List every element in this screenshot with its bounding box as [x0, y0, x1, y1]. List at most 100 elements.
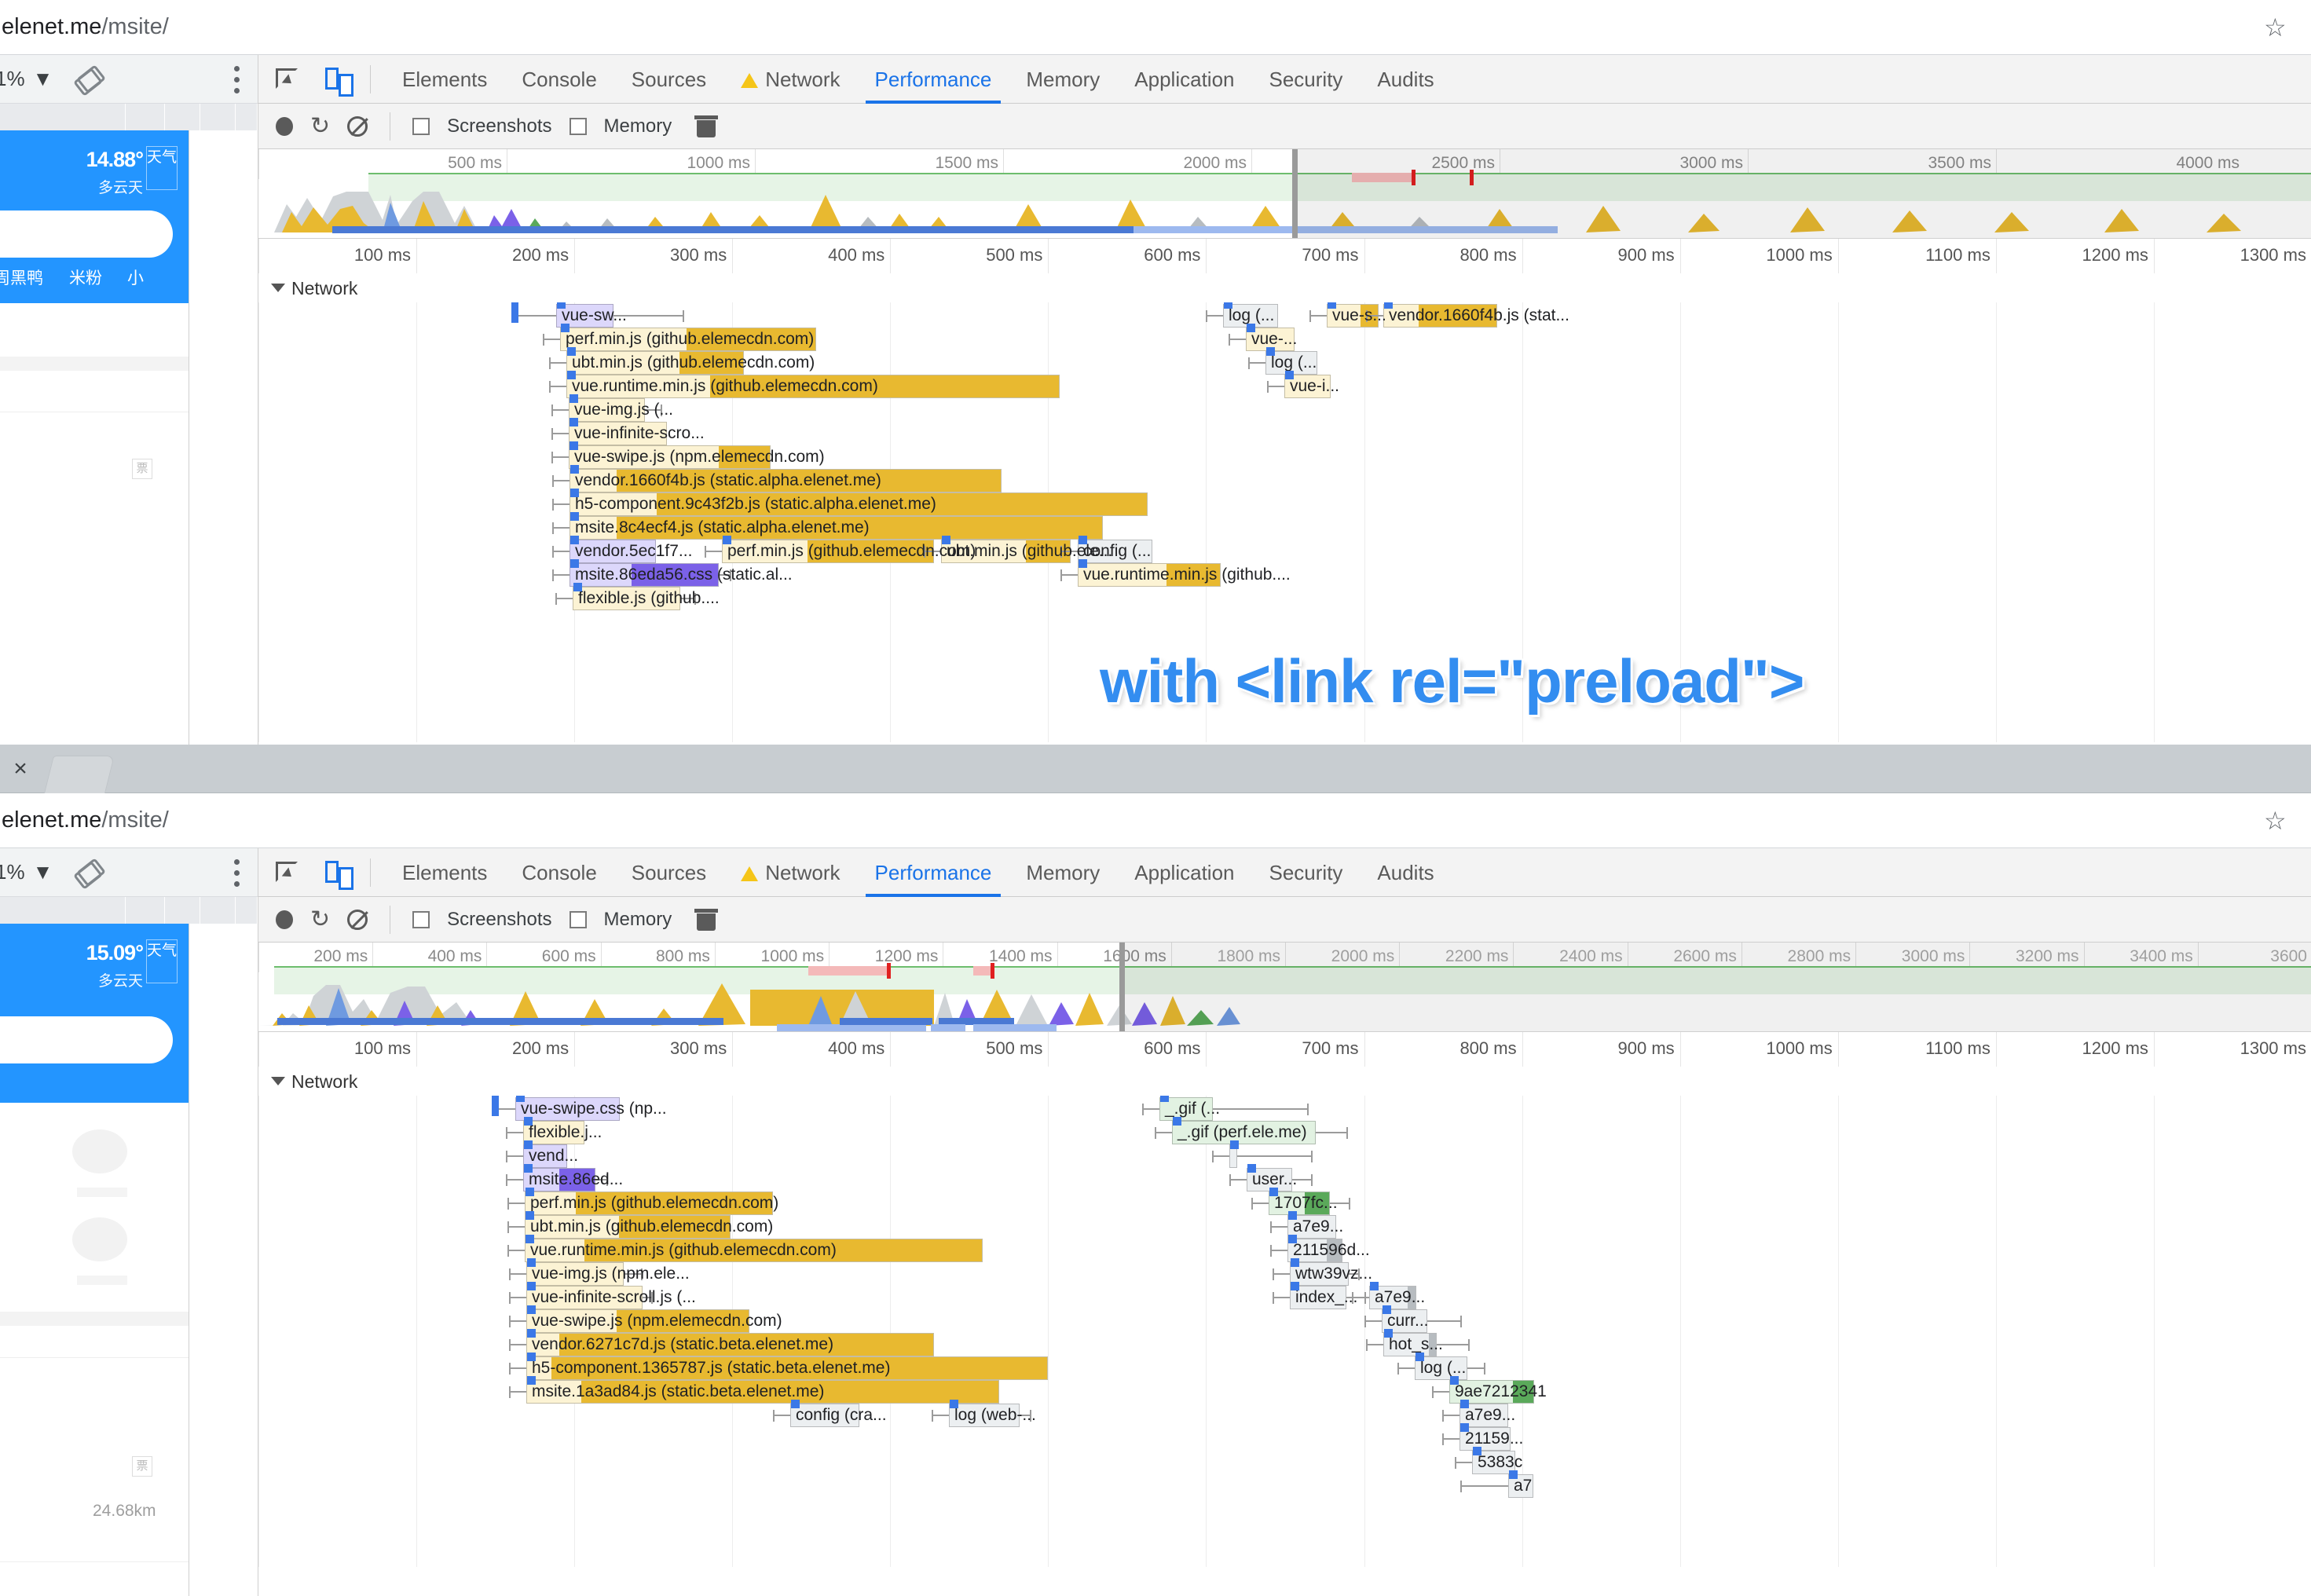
network-request-row[interactable]: 5383c: [258, 1447, 2311, 1474]
star-icon[interactable]: ☆: [2264, 14, 2291, 41]
clear-recording-button[interactable]: [347, 909, 368, 930]
delete-recording-button[interactable]: [694, 115, 719, 137]
network-section-header-top[interactable]: Network: [258, 273, 2311, 302]
kebab-menu-icon[interactable]: [234, 66, 240, 99]
request-label: vue-s...: [1332, 306, 1386, 324]
network-request-row[interactable]: flexible.js (github....: [258, 583, 2311, 610]
star-icon[interactable]: ☆: [2264, 807, 2291, 834]
tab-security[interactable]: Security: [1252, 55, 1361, 104]
clear-recording-button[interactable]: [347, 115, 368, 137]
screenshots-checkbox[interactable]: [412, 910, 430, 928]
request-label: 1707fc...: [1274, 1194, 1338, 1212]
rotate-icon[interactable]: [73, 66, 100, 93]
request-initiator-marker: [1288, 1211, 1297, 1220]
timeline-tick: 800 ms: [1364, 239, 1522, 273]
inspect-element-icon[interactable]: [266, 852, 307, 893]
tab-application[interactable]: Application: [1117, 848, 1251, 897]
tab-application[interactable]: Application: [1117, 55, 1251, 104]
suggest-word-1[interactable]: 米粉: [69, 265, 102, 289]
network-request-row[interactable]: msite.8c4ecf4.js (static.alpha.elenet.me…: [258, 512, 2311, 540]
address-bar-bottom[interactable]: elenet.me/msite/ ☆: [0, 793, 2311, 848]
new-tab-button[interactable]: [44, 756, 115, 793]
overview-range-handle[interactable]: [1119, 943, 1125, 1031]
suggest-word-0[interactable]: 周黑鸭: [0, 265, 43, 289]
network-flamechart-bottom[interactable]: vue-swipe.css (np... flexible.j... vend...…: [258, 1096, 2311, 1567]
request-initiator-marker: [1460, 1400, 1469, 1408]
memory-checkbox[interactable]: [569, 117, 587, 135]
network-section-header-bottom[interactable]: Network: [258, 1067, 2311, 1096]
request-queue-whisker: [1273, 1297, 1290, 1298]
tab-sources[interactable]: Sources: [614, 848, 723, 897]
kebab-menu-icon[interactable]: [234, 859, 240, 892]
rotate-icon[interactable]: [73, 859, 100, 886]
timeline-tick: 1000 ms: [1679, 1032, 1838, 1067]
tab-security[interactable]: Security: [1252, 848, 1361, 897]
zoom-select-top[interactable]: 1% ▼: [0, 67, 53, 91]
request-initiator-marker: [526, 1188, 534, 1196]
address-bar-top[interactable]: elenet.me/msite/ ☆: [0, 0, 2311, 55]
request-initiator-marker: [527, 1282, 536, 1290]
request-whisker-cap: [509, 1386, 511, 1398]
tab-elements[interactable]: Elements: [385, 848, 504, 897]
tab-audits[interactable]: Audits: [1360, 55, 1451, 104]
tab-memory[interactable]: Memory: [1009, 55, 1117, 104]
timeline-tick: 200 ms: [416, 1032, 574, 1067]
mobile-viewport-bottom: 15.09° 多云天 天气 票 24.68km: [0, 897, 258, 1596]
tab-network[interactable]: Network: [723, 848, 857, 897]
tab-audits[interactable]: Audits: [1360, 848, 1451, 897]
tab-console[interactable]: Console: [504, 848, 613, 897]
zoom-select-bottom[interactable]: 1% ▼: [0, 860, 53, 884]
network-request-row[interactable]: a7e9...: [258, 1400, 2311, 1427]
tab-console[interactable]: Console: [504, 55, 613, 104]
request-whisker-cap: [506, 1151, 507, 1162]
tab-performance[interactable]: Performance: [858, 55, 1009, 104]
chevron-down-icon: ▼: [32, 860, 53, 884]
request-queue-whisker: [552, 551, 570, 552]
delete-recording-button[interactable]: [694, 908, 719, 931]
tab-elements[interactable]: Elements: [385, 55, 504, 104]
request-label: log (web-...: [954, 1406, 1036, 1424]
overview-tick-label: 2000 ms: [1183, 154, 1247, 172]
network-request-row[interactable]: h5-component.9c43f2b.js (static.alpha.el…: [258, 489, 2311, 516]
record-button[interactable]: [276, 910, 293, 929]
timeline-overview-bottom[interactable]: 200 ms 400 ms 600 ms 800 ms 1000 ms 1200 ms 14…: [258, 943, 2311, 1032]
inspect-element-icon[interactable]: [266, 59, 307, 100]
device-toolbar-icon[interactable]: [315, 852, 356, 893]
network-request-row[interactable]: vue-infinite-scro...: [258, 418, 2311, 445]
request-initiator-marker: [1291, 1258, 1299, 1267]
network-request-row[interactable]: a7: [258, 1470, 2311, 1498]
tab-sources[interactable]: Sources: [614, 55, 723, 104]
search-input-bottom[interactable]: [0, 1016, 173, 1063]
suggest-word-2[interactable]: 小: [127, 265, 144, 289]
device-toolbar-icon[interactable]: [315, 59, 356, 100]
tab-performance[interactable]: Performance: [858, 848, 1009, 897]
network-request-row[interactable]: 21159...: [258, 1423, 2311, 1451]
record-button[interactable]: [276, 116, 293, 136]
temperature-value: 14.88°: [86, 148, 144, 171]
request-label: perf.min.js (github.elemecdn.com): [530, 1194, 779, 1212]
reload-and-record-button[interactable]: ↻: [310, 907, 330, 932]
request-whisker-cap: [549, 381, 551, 393]
request-queue-whisker: [1060, 574, 1078, 576]
tab-network[interactable]: Network: [723, 55, 857, 104]
network-request-row[interactable]: vue-swipe.js (npm.elemecdn.com): [258, 441, 2311, 469]
browser-window-top: elenet.me/msite/ ☆ 1% ▼ 14.88° 多云天 天气 周黑: [0, 0, 2311, 768]
tab-memory[interactable]: Memory: [1009, 848, 1117, 897]
request-whisker-cap: [1251, 1198, 1253, 1210]
search-input-top[interactable]: [0, 210, 173, 258]
network-section-label: Network: [291, 1071, 358, 1092]
timeline-tick: 300 ms: [574, 1032, 732, 1067]
request-initiator-marker: [524, 1164, 533, 1173]
memory-checkbox[interactable]: [569, 910, 587, 928]
request-queue-whisker: [509, 1320, 526, 1322]
reload-and-record-button[interactable]: ↻: [310, 114, 330, 138]
screenshots-checkbox[interactable]: [412, 117, 430, 135]
request-whisker-cap: [552, 569, 554, 581]
network-request-row[interactable]: vue-img.js (...: [258, 394, 2311, 422]
close-icon[interactable]: ×: [6, 756, 35, 784]
network-request-row[interactable]: vendor.1660f4b.js (static.alpha.elenet.m…: [258, 465, 2311, 492]
overview-range-handle[interactable]: [1292, 149, 1298, 238]
request-initiator-marker: [1383, 1305, 1391, 1314]
timeline-overview-top[interactable]: 500 ms 1000 ms 1500 ms 2000 ms 2500 ms 3…: [258, 149, 2311, 239]
request-initiator-marker: [527, 1376, 536, 1385]
